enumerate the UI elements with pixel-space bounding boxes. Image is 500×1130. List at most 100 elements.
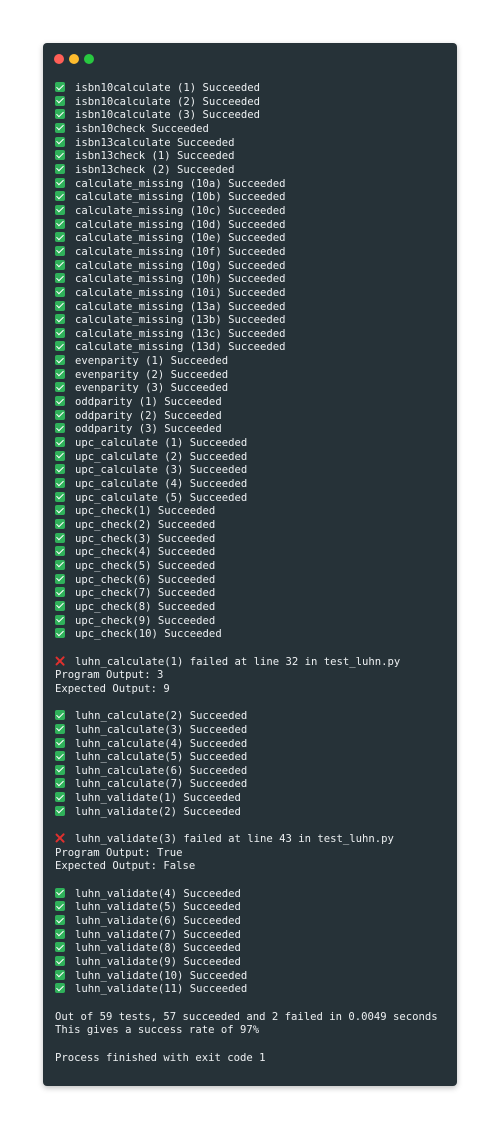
line-text: Expected Output: False bbox=[55, 860, 196, 873]
check-mark-icon bbox=[55, 901, 65, 912]
test-success-line: luhn_validate(10) Succeeded bbox=[55, 969, 451, 984]
check-mark-icon bbox=[55, 382, 65, 393]
test-success-line: oddparity (3) Succeeded bbox=[55, 423, 451, 437]
line-text: upc_check(7) Succeeded bbox=[75, 587, 216, 600]
test-success-line: oddparity (1) Succeeded bbox=[55, 396, 451, 410]
test-success-line: luhn_calculate(4) Succeeded bbox=[55, 737, 451, 752]
check-mark-icon bbox=[55, 191, 65, 202]
check-mark-icon bbox=[55, 314, 65, 325]
check-mark-icon bbox=[55, 450, 65, 461]
line-text: calculate_missing (10h) Succeeded bbox=[75, 273, 286, 286]
check-mark-icon bbox=[55, 218, 65, 229]
test-success-line: isbn13check (1) Succeeded bbox=[55, 150, 451, 164]
output-line: Process finished with exit code 1 bbox=[55, 1052, 451, 1066]
output-line: Program Output: True bbox=[55, 847, 451, 861]
line-text: This gives a success rate of 97% bbox=[55, 1024, 260, 1037]
test-success-line: calculate_missing (10d) Succeeded bbox=[55, 218, 451, 233]
line-text: isbn13check (2) Succeeded bbox=[75, 163, 235, 176]
check-mark-icon bbox=[55, 423, 65, 434]
check-mark-icon bbox=[55, 751, 65, 762]
check-mark-icon bbox=[55, 628, 65, 639]
check-mark-icon bbox=[55, 805, 65, 816]
line-text: luhn_calculate(2) Succeeded bbox=[75, 710, 248, 723]
close-button[interactable] bbox=[54, 54, 64, 64]
check-mark-icon bbox=[55, 956, 65, 966]
output-line: Expected Output: False bbox=[55, 860, 451, 874]
check-mark-icon bbox=[55, 163, 65, 174]
minimize-button[interactable] bbox=[69, 54, 79, 64]
line-text: calculate_missing (10i) Succeeded bbox=[75, 286, 286, 299]
check-mark-icon bbox=[55, 368, 65, 379]
test-success-line: calculate_missing (10g) Succeeded bbox=[55, 259, 451, 274]
line-text: calculate_missing (10a) Succeeded bbox=[75, 177, 286, 190]
check-mark-icon bbox=[55, 764, 65, 775]
line-text: luhn_calculate(4) Succeeded bbox=[75, 737, 248, 750]
line-text: luhn_validate(2) Succeeded bbox=[75, 805, 241, 818]
line-text: upc_check(5) Succeeded bbox=[75, 559, 216, 572]
test-failure-line: luhn_validate(3) failed at line 43 in te… bbox=[55, 833, 451, 847]
test-success-line: upc_check(1) Succeeded bbox=[55, 505, 451, 519]
check-mark-icon bbox=[55, 546, 65, 557]
line-text: upc_check(9) Succeeded bbox=[75, 614, 216, 627]
line-text: Process finished with exit code 1 bbox=[55, 1051, 266, 1064]
check-mark-icon bbox=[55, 341, 65, 352]
check-mark-icon bbox=[55, 136, 65, 147]
line-text: luhn_calculate(6) Succeeded bbox=[75, 764, 248, 777]
output-line: This gives a success rate of 97% bbox=[55, 1024, 451, 1038]
line-text: oddparity (3) Succeeded bbox=[75, 423, 222, 436]
test-success-line: luhn_validate(8) Succeeded bbox=[55, 942, 451, 956]
check-mark-icon bbox=[55, 464, 65, 475]
line-text: upc_check(6) Succeeded bbox=[75, 573, 216, 586]
line-text: calculate_missing (13c) Succeeded bbox=[75, 327, 286, 340]
line-text: luhn_validate(3) failed at line 43 in te… bbox=[75, 833, 394, 846]
window-controls bbox=[54, 54, 99, 64]
line-text: luhn_validate(10) Succeeded bbox=[75, 969, 248, 982]
check-mark-icon bbox=[55, 710, 65, 721]
line-text: upc_check(8) Succeeded bbox=[75, 600, 216, 613]
test-success-line: isbn13calculate Succeeded bbox=[55, 136, 451, 151]
test-success-line: upc_check(5) Succeeded bbox=[55, 559, 451, 574]
check-mark-icon bbox=[55, 177, 65, 188]
check-mark-icon bbox=[55, 150, 65, 161]
test-success-line: calculate_missing (10a) Succeeded bbox=[55, 177, 451, 192]
line-text: upc_check(3) Succeeded bbox=[75, 532, 216, 545]
line-text: luhn_validate(1) Succeeded bbox=[75, 792, 241, 805]
check-mark-icon bbox=[55, 232, 65, 243]
test-success-line: luhn_validate(2) Succeeded bbox=[55, 805, 451, 820]
test-success-line: luhn_calculate(7) Succeeded bbox=[55, 778, 451, 792]
check-mark-icon bbox=[55, 519, 65, 529]
line-text: calculate_missing (13b) Succeeded bbox=[75, 314, 286, 327]
maximize-button[interactable] bbox=[84, 54, 94, 64]
cross-mark-icon bbox=[55, 833, 65, 843]
test-success-line: luhn_validate(1) Succeeded bbox=[55, 792, 451, 806]
check-mark-icon bbox=[55, 409, 65, 420]
test-success-line: calculate_missing (10f) Succeeded bbox=[55, 245, 451, 260]
line-text: luhn_calculate(3) Succeeded bbox=[75, 723, 248, 736]
test-success-line: upc_calculate (1) Succeeded bbox=[55, 437, 451, 451]
test-success-line: luhn_validate(4) Succeeded bbox=[55, 887, 451, 902]
check-mark-icon bbox=[55, 95, 65, 106]
line-text: upc_check(2) Succeeded bbox=[75, 519, 216, 531]
test-success-line: upc_check(3) Succeeded bbox=[55, 532, 451, 547]
test-failure-line: luhn_calculate(1) failed at line 32 in t… bbox=[55, 656, 451, 670]
line-text: Program Output: 3 bbox=[55, 669, 164, 682]
line-text: upc_calculate (3) Succeeded bbox=[75, 464, 248, 477]
output-line: Out of 59 tests, 57 succeeded and 2 fail… bbox=[55, 1011, 451, 1025]
test-success-line: upc_calculate (5) Succeeded bbox=[55, 491, 451, 506]
check-mark-icon bbox=[55, 559, 65, 570]
test-success-line: isbn10calculate (2) Succeeded bbox=[55, 95, 451, 110]
test-success-line: calculate_missing (10c) Succeeded bbox=[55, 204, 451, 219]
check-mark-icon bbox=[55, 355, 65, 366]
check-mark-icon bbox=[55, 286, 65, 297]
line-text: upc_calculate (5) Succeeded bbox=[75, 491, 248, 504]
check-mark-icon bbox=[55, 737, 65, 748]
check-mark-icon bbox=[55, 969, 65, 980]
check-mark-icon bbox=[55, 532, 65, 543]
check-mark-icon bbox=[55, 928, 65, 939]
test-success-line: calculate_missing (13b) Succeeded bbox=[55, 314, 451, 328]
check-mark-icon bbox=[55, 778, 65, 789]
check-mark-icon bbox=[55, 396, 65, 407]
